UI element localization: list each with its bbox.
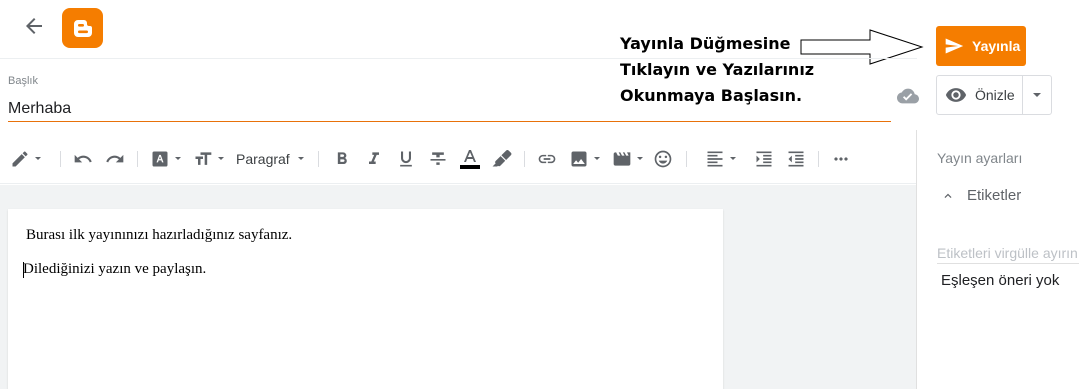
underline-button[interactable] [396, 147, 416, 171]
text-color-button[interactable] [460, 147, 480, 171]
chevron-down-icon [297, 157, 304, 160]
no-suggestions-text: Eşleşen öneri yok [941, 272, 1060, 289]
send-icon [945, 38, 964, 54]
preview-label: Önizle [975, 87, 1015, 103]
pencil-icon [12, 151, 28, 167]
strikethrough-button[interactable] [428, 147, 448, 171]
publish-button[interactable]: Yayınla [936, 26, 1026, 66]
link-icon [538, 154, 556, 164]
blogger-logo-icon[interactable] [62, 8, 103, 48]
annotation-line: Tıklayın ve Yazılarınız [620, 60, 815, 79]
chevron-down-icon [175, 157, 181, 160]
chevron-down-icon [594, 157, 600, 160]
font-size-icon [195, 152, 212, 165]
title-label: Başlık [8, 75, 38, 87]
text-color-icon [460, 150, 480, 169]
video-icon [613, 152, 631, 166]
preview-dropdown-button[interactable] [1023, 76, 1051, 114]
outdent-icon [788, 151, 804, 167]
divider [137, 151, 138, 167]
title-input[interactable] [8, 96, 891, 122]
chevron-down-icon [1033, 93, 1041, 97]
tags-section-toggle[interactable]: Etiketler [937, 187, 1021, 204]
chevron-up-icon [944, 193, 952, 198]
post-settings-heading: Yayın ayarları [937, 150, 1023, 166]
outdent-button[interactable] [786, 147, 806, 171]
image-icon [571, 151, 587, 167]
text-cursor [23, 262, 24, 278]
indent-button[interactable] [754, 147, 774, 171]
bold-button[interactable] [332, 147, 352, 171]
divider [916, 130, 917, 389]
editor-paragraph: Burası ilk yayınınızı hazırladığınız say… [26, 227, 293, 243]
editor-paragraph: Dilediğinizi yazın ve paylaşın. [23, 261, 207, 277]
paragraph-dropdown[interactable]: Paragraf [236, 147, 306, 171]
divider [686, 151, 687, 167]
chevron-down-icon [35, 157, 41, 160]
more-icon [834, 157, 848, 161]
italic-button[interactable] [364, 147, 384, 171]
font-button[interactable] [150, 147, 183, 171]
link-button[interactable] [537, 147, 557, 171]
chevron-down-icon [730, 157, 736, 160]
divider [0, 58, 917, 59]
publish-label: Yayınla [972, 38, 1021, 54]
tags-label: Etiketler [967, 187, 1022, 204]
align-button[interactable] [705, 147, 738, 171]
cloud-saved-icon [895, 85, 921, 107]
editor-toolbar: Paragraf [0, 134, 917, 184]
emoji-button[interactable] [653, 147, 673, 171]
annotation-line: Yayınla Düğmesine [620, 34, 791, 53]
pencil-mode-button[interactable] [10, 147, 43, 171]
image-button[interactable] [569, 147, 602, 171]
video-button[interactable] [612, 147, 645, 171]
preview-button[interactable]: Önizle [937, 76, 1022, 114]
highlight-button[interactable] [492, 147, 512, 171]
underline-icon [400, 151, 412, 167]
redo-icon [106, 154, 124, 163]
preview-button-group: Önizle [936, 75, 1052, 115]
arrow-back-icon [26, 18, 42, 34]
divider [318, 151, 319, 167]
bold-icon [337, 152, 347, 164]
tags-input[interactable] [937, 242, 1079, 264]
font-size-button[interactable] [193, 147, 226, 171]
eye-icon [945, 88, 967, 102]
divider [60, 151, 61, 167]
font-icon [152, 151, 168, 167]
paragraph-label: Paragraf [236, 151, 290, 167]
redo-button[interactable] [105, 147, 125, 171]
chevron-down-icon [637, 157, 643, 160]
annotation-arrow-icon [800, 28, 925, 68]
undo-button[interactable] [73, 147, 93, 171]
back-button[interactable] [22, 14, 46, 38]
indent-icon [756, 151, 772, 167]
more-options-button[interactable] [831, 147, 851, 171]
align-icon [707, 151, 723, 167]
divider [524, 151, 525, 167]
highlight-icon [492, 149, 512, 167]
chevron-down-icon [218, 157, 224, 160]
italic-icon [369, 152, 379, 164]
emoji-icon [654, 150, 672, 168]
undo-icon [74, 154, 92, 163]
strikethrough-icon [430, 152, 446, 165]
divider [818, 151, 819, 167]
